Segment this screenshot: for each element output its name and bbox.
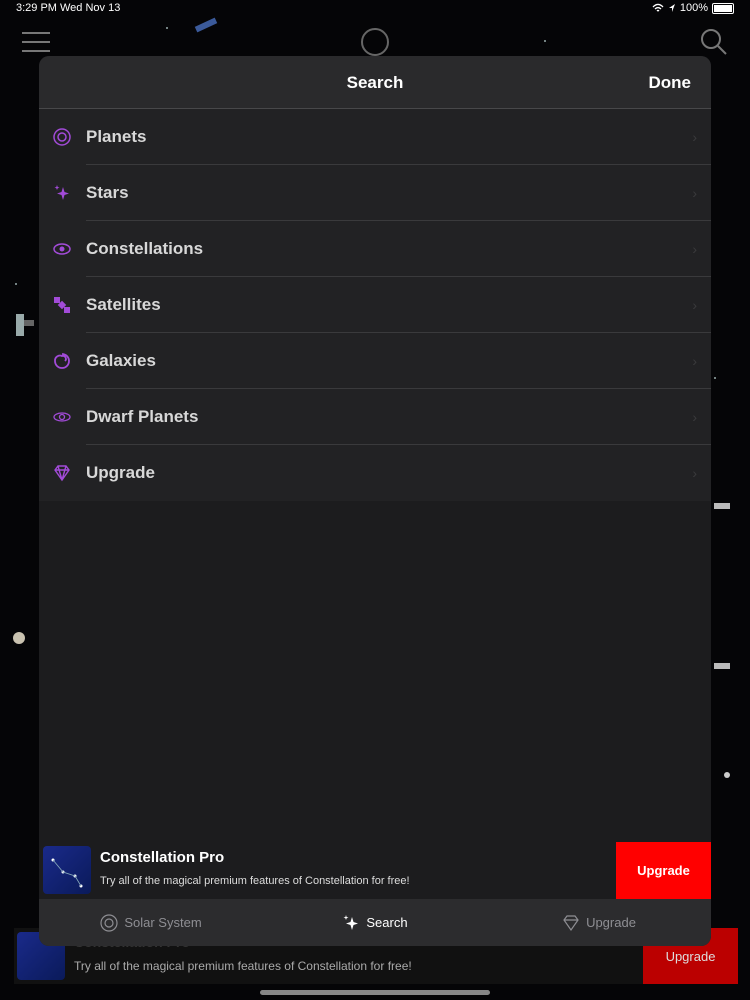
list-item-constellations[interactable]: Constellations › xyxy=(39,221,711,277)
chevron-right-icon: › xyxy=(692,409,697,425)
sparkle-icon xyxy=(51,182,73,204)
list-item-label: Stars xyxy=(86,183,129,202)
list-item-label: Constellations xyxy=(86,239,204,258)
star xyxy=(714,377,716,379)
tab-solar-system[interactable]: Solar System xyxy=(39,913,263,932)
satellite-icon xyxy=(714,663,730,669)
list-item-dwarf-planets[interactable]: Dwarf Planets › xyxy=(39,389,711,445)
compass-icon[interactable] xyxy=(361,28,389,56)
chevron-right-icon: › xyxy=(692,297,697,313)
chevron-right-icon: › xyxy=(692,129,697,145)
promo-banner: Constellation Pro Try all of the magical… xyxy=(39,842,711,899)
battery-icon xyxy=(712,2,734,14)
tab-bar: Solar System Search Upgrade xyxy=(39,899,711,946)
star xyxy=(544,40,546,42)
location-arrow-icon xyxy=(668,4,675,12)
status-date: Wed Nov 13 xyxy=(60,2,121,14)
done-button[interactable]: Done xyxy=(649,73,692,93)
list-item-satellites[interactable]: Satellites › xyxy=(39,277,711,333)
nebula-icon xyxy=(51,238,73,260)
home-indicator xyxy=(260,990,490,995)
modal-title: Search xyxy=(346,73,404,92)
tab-search[interactable]: Search xyxy=(263,914,487,932)
search-modal: Search Done Planets › Stars › Constellat… xyxy=(39,56,711,946)
modal-header: Search Done xyxy=(39,56,711,109)
star xyxy=(166,27,168,29)
ad-subtitle: Try all of the magical premium features … xyxy=(74,959,412,973)
search-icon[interactable] xyxy=(700,28,728,56)
planet-marker xyxy=(13,632,25,644)
chevron-right-icon: › xyxy=(692,241,697,257)
promo-title: Constellation Pro xyxy=(100,849,225,866)
galaxy-icon xyxy=(51,350,73,372)
tab-label: Upgrade xyxy=(586,915,636,930)
planet-icon xyxy=(51,126,73,148)
tab-label: Search xyxy=(366,915,408,930)
list-item-label: Dwarf Planets xyxy=(86,407,199,426)
list-item-label: Planets xyxy=(86,127,147,146)
tab-label: Solar System xyxy=(124,915,202,930)
list-item-upgrade[interactable]: Upgrade › xyxy=(39,445,711,501)
status-right: 100% xyxy=(652,2,734,14)
list-item-label: Galaxies xyxy=(86,351,156,370)
sparkle-icon xyxy=(343,914,359,930)
satellite-icon xyxy=(194,17,218,33)
tab-upgrade[interactable]: Upgrade xyxy=(487,914,711,932)
battery-percent: 100% xyxy=(679,2,708,14)
list-item-planets[interactable]: Planets › xyxy=(39,109,711,165)
solar-system-icon xyxy=(100,913,118,932)
diamond-icon xyxy=(51,462,73,484)
list-item-label: Satellites xyxy=(86,295,161,314)
diamond-icon xyxy=(563,914,579,931)
list-item-stars[interactable]: Stars › xyxy=(39,165,711,221)
list-item-label: Upgrade xyxy=(86,463,155,482)
list-item-galaxies[interactable]: Galaxies › xyxy=(39,333,711,389)
satellite-icon xyxy=(714,503,730,509)
wifi-icon xyxy=(652,3,664,12)
chevron-right-icon: › xyxy=(692,353,697,369)
satellite-icon xyxy=(16,314,34,336)
promo-subtitle: Try all of the magical premium features … xyxy=(100,875,410,887)
promo-upgrade-button[interactable]: Upgrade xyxy=(616,842,711,899)
app-icon xyxy=(43,846,91,894)
menu-icon[interactable] xyxy=(22,32,50,52)
star xyxy=(15,283,17,285)
satellite-icon xyxy=(51,294,73,316)
chevron-right-icon: › xyxy=(692,185,697,201)
category-list: Planets › Stars › Constellations › Satel… xyxy=(39,109,711,501)
status-bar: 3:29 PM Wed Nov 13 100% xyxy=(0,0,750,16)
status-time: 3:29 PM xyxy=(16,2,57,14)
chevron-right-icon: › xyxy=(692,465,697,481)
star xyxy=(724,772,730,778)
dwarf-planet-icon xyxy=(51,406,73,428)
